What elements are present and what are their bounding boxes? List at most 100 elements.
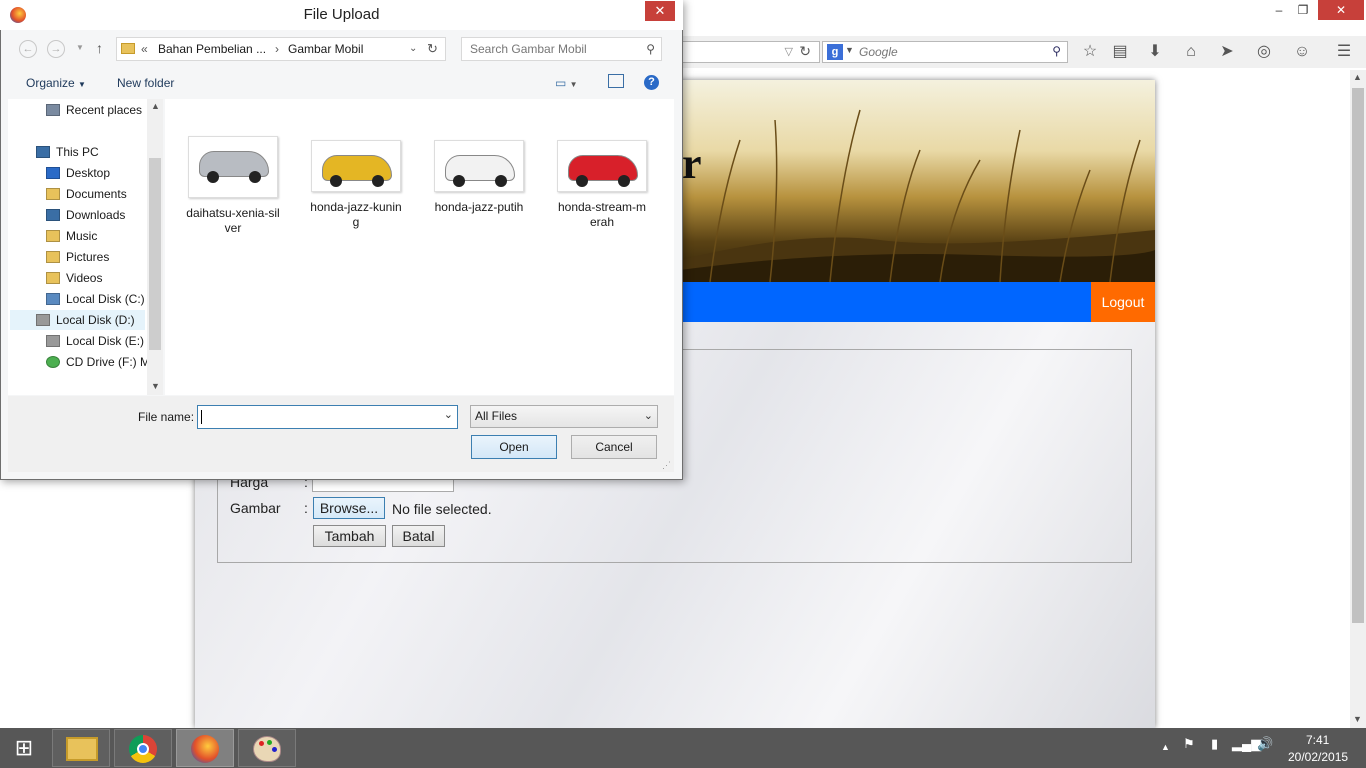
address-separator[interactable]: ›: [275, 38, 279, 60]
firefox-taskbar-icon: [191, 735, 219, 763]
taskbar-file-explorer[interactable]: [52, 729, 110, 767]
file-type-select[interactable]: All Files ⌄: [470, 405, 658, 428]
recent-locations-icon[interactable]: ▼: [76, 43, 84, 52]
forward-icon[interactable]: →: [47, 40, 65, 58]
file-type-dropdown-icon[interactable]: ⌄: [644, 406, 653, 427]
dialog-search-field[interactable]: Search Gambar Mobil ⚲: [461, 37, 662, 61]
back-icon[interactable]: ←: [19, 40, 37, 58]
nav-item-icon: [46, 209, 60, 221]
file-item[interactable]: honda-stream-merah: [553, 136, 651, 230]
file-name-dropdown-icon[interactable]: ⌄: [444, 408, 453, 421]
paint-dot: [259, 741, 264, 746]
gambar-colon: :: [304, 500, 308, 516]
dialog-close-button[interactable]: ✕: [645, 1, 675, 21]
logout-button[interactable]: Logout: [1091, 282, 1155, 322]
addon-icon[interactable]: ◎: [1254, 43, 1274, 61]
magnifier-icon[interactable]: ⚲: [1052, 44, 1061, 58]
file-name-label: File name:: [138, 410, 195, 424]
smiley-icon[interactable]: ☺: [1292, 43, 1312, 61]
reading-list-icon[interactable]: ▤: [1110, 43, 1130, 61]
nav-pane-scrollbar-thumb[interactable]: [149, 158, 161, 350]
file-explorer-icon: [66, 737, 98, 761]
cancel-button[interactable]: Cancel: [571, 435, 657, 459]
file-item[interactable]: honda-jazz-putih: [430, 136, 528, 215]
show-hidden-icons[interactable]: ▲: [1161, 742, 1170, 752]
clock-date[interactable]: 20/02/2015: [1288, 750, 1348, 764]
preview-pane-icon[interactable]: [608, 74, 624, 88]
file-item[interactable]: honda-jazz-kuning: [307, 136, 405, 230]
nav-item-icon: [46, 293, 60, 305]
file-name-input[interactable]: ⌄: [197, 405, 458, 429]
organize-menu[interactable]: Organize ▼: [26, 76, 86, 90]
refresh-icon[interactable]: ↻: [427, 38, 438, 60]
no-file-text: No file selected.: [392, 501, 492, 517]
menu-icon[interactable]: ☰: [1334, 43, 1354, 61]
folder-icon: [121, 43, 135, 54]
browser-close-button[interactable]: ✕: [1318, 0, 1364, 20]
action-center-flag-icon[interactable]: ⚑: [1183, 736, 1195, 752]
paint-dot: [272, 747, 277, 752]
nav-item-local-disk-d[interactable]: Local Disk (D:): [10, 310, 145, 330]
nav-item-label: Local Disk (E:): [66, 334, 145, 348]
bookmark-star-icon[interactable]: ☆: [1080, 43, 1100, 61]
nav-item-icon: [46, 230, 60, 242]
nav-item-label: Desktop: [66, 166, 111, 180]
firefox-icon: [10, 7, 26, 23]
nav-item-label: Videos: [66, 271, 103, 285]
browser-minimize-button[interactable]: ‒: [1268, 0, 1290, 20]
taskbar-chrome[interactable]: [114, 729, 172, 767]
browser-search-field[interactable]: g ▼ Google ⚲: [822, 41, 1068, 63]
wheel-shape: [249, 171, 261, 183]
header-title-fragment: r: [682, 139, 702, 188]
scroll-up-icon[interactable]: ▲: [1353, 72, 1362, 82]
address-segment-1[interactable]: Bahan Pembelian ...: [158, 38, 266, 60]
tambah-button[interactable]: Tambah: [313, 525, 386, 547]
nav-scroll-up-icon[interactable]: ▲: [151, 101, 160, 111]
reload-icon[interactable]: ↻: [799, 43, 811, 60]
browse-button[interactable]: Browse...: [313, 497, 385, 519]
g-icon[interactable]: g: [827, 44, 843, 60]
new-folder-button[interactable]: New folder: [117, 76, 174, 90]
download-icon[interactable]: ⬇: [1145, 43, 1165, 61]
resize-grip-icon[interactable]: ⋰: [662, 460, 671, 471]
nav-scroll-down-icon[interactable]: ▼: [151, 381, 160, 391]
help-icon[interactable]: ?: [644, 75, 659, 90]
browser-restore-button[interactable]: ❐: [1292, 0, 1314, 20]
harga-input[interactable]: [312, 480, 454, 492]
view-options-icon[interactable]: ▭ ▼: [555, 76, 578, 90]
nav-item-label: Music: [66, 229, 98, 243]
taskbar-firefox[interactable]: [176, 729, 234, 767]
volume-icon[interactable]: 🔊: [1257, 736, 1273, 752]
address-dropdown-icon[interactable]: ⌄: [409, 38, 417, 60]
paint-dot: [267, 740, 272, 745]
scroll-down-icon[interactable]: ▼: [1353, 714, 1362, 724]
car-thumbnail-image: [188, 136, 278, 198]
nav-item-icon: [46, 356, 60, 368]
taskbar-paint[interactable]: [238, 729, 296, 767]
wheel-shape: [618, 175, 630, 187]
open-button[interactable]: Open: [471, 435, 557, 459]
windows-start-icon[interactable]: ⊞: [11, 736, 37, 760]
file-type-value: All Files: [475, 409, 518, 423]
dialog-address-bar[interactable]: « Bahan Pembelian ... › Gambar Mobil ⌄ ↻: [116, 37, 446, 61]
address-overflow[interactable]: «: [141, 38, 148, 60]
search-icon[interactable]: ⚲: [646, 38, 655, 60]
car-thumbnail-image: [434, 140, 524, 192]
send-icon[interactable]: ➤: [1217, 43, 1237, 61]
nav-item-icon: [46, 104, 60, 116]
text-cursor: [201, 410, 202, 424]
up-icon[interactable]: ↑: [96, 40, 103, 56]
file-item[interactable]: daihatsu-xenia-silver: [184, 136, 282, 236]
url-bar[interactable]: ▽ ↻: [680, 41, 820, 63]
clock-time[interactable]: 7:41: [1306, 733, 1329, 747]
gambar-label: Gambar: [230, 500, 281, 516]
dropdown-arrow-icon[interactable]: ▽: [785, 45, 793, 58]
address-segment-2[interactable]: Gambar Mobil: [288, 38, 363, 60]
nav-item-label: This PC: [56, 145, 99, 159]
engine-dropdown-icon[interactable]: ▼: [845, 45, 854, 55]
battery-icon[interactable]: ▮: [1211, 736, 1218, 752]
batal-button[interactable]: Batal: [392, 525, 445, 547]
page-scrollbar-thumb[interactable]: [1352, 88, 1364, 623]
nav-bar: [680, 282, 1155, 322]
home-icon[interactable]: ⌂: [1181, 43, 1201, 61]
